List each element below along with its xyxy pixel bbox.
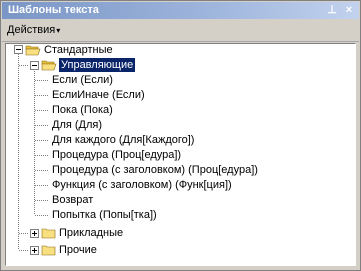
tree-connector bbox=[35, 200, 49, 201]
title-bar[interactable]: Шаблоны текста ⊥ × bbox=[2, 2, 359, 19]
tree-connector bbox=[35, 80, 49, 81]
tree-node-template[interactable]: Попытка (Попы[тка]) bbox=[52, 208, 157, 222]
tree-node-template[interactable]: ЕслиИначе (Если) bbox=[52, 88, 145, 102]
tree-connector bbox=[35, 140, 49, 141]
close-icon[interactable]: × bbox=[342, 3, 356, 17]
tree-connector bbox=[19, 250, 28, 251]
folder-icon bbox=[41, 228, 56, 239]
tree-connector bbox=[19, 233, 28, 234]
expand-toggle[interactable] bbox=[30, 246, 39, 255]
tree-node-template[interactable]: Процедура (Проц[едура]) bbox=[52, 148, 181, 162]
tree-node-template[interactable]: Функция (с заголовком) (Функ[ция]) bbox=[52, 178, 232, 192]
tree-node-template[interactable]: Пока (Пока) bbox=[52, 103, 113, 117]
folder-open-icon bbox=[25, 45, 41, 56]
tree-node-template[interactable]: Процедура (с заголовком) (Проц[едура]) bbox=[52, 163, 258, 177]
tree-node-applied[interactable]: Прикладные bbox=[59, 226, 123, 240]
text-templates-panel: Шаблоны текста ⊥ × Действия▾ Стандартные… bbox=[0, 0, 361, 271]
pin-icon[interactable]: ⊥ bbox=[325, 3, 339, 17]
tree-connector bbox=[19, 65, 28, 66]
folder-icon bbox=[41, 245, 56, 256]
tree-connector bbox=[35, 170, 49, 171]
tree-node-control[interactable]: Управляющие bbox=[59, 58, 136, 72]
tree-node-template[interactable]: Для каждого (Для[Каждого]) bbox=[52, 133, 194, 147]
tree-connector bbox=[35, 125, 49, 126]
tree-connector bbox=[18, 54, 19, 250]
tree-node-template[interactable]: Возврат bbox=[52, 193, 93, 207]
template-tree[interactable]: Стандартные Управляющие Если (Если) Если… bbox=[5, 43, 356, 266]
collapse-toggle[interactable] bbox=[30, 61, 39, 70]
collapse-toggle[interactable] bbox=[14, 45, 23, 54]
folder-open-icon bbox=[41, 60, 57, 71]
tree-connector bbox=[35, 110, 49, 111]
actions-menu-button[interactable]: Действия▾ bbox=[7, 24, 60, 38]
tree-connector bbox=[35, 95, 49, 96]
tree-node-template[interactable]: Для (Для) bbox=[52, 118, 102, 132]
tree-connector bbox=[35, 185, 49, 186]
tree-connector bbox=[35, 155, 49, 156]
tree-connector bbox=[34, 71, 35, 214]
actions-label: Действия bbox=[7, 24, 56, 36]
chevron-down-icon: ▾ bbox=[56, 26, 61, 35]
tree-connector bbox=[35, 215, 49, 216]
tree-node-template[interactable]: Если (Если) bbox=[52, 73, 113, 87]
expand-toggle[interactable] bbox=[30, 229, 39, 238]
window-title: Шаблоны текста bbox=[8, 4, 99, 16]
toolbar: Действия▾ bbox=[2, 20, 359, 42]
tree-node-other[interactable]: Прочие bbox=[59, 243, 97, 257]
tree-node-standard[interactable]: Стандартные bbox=[44, 44, 113, 57]
